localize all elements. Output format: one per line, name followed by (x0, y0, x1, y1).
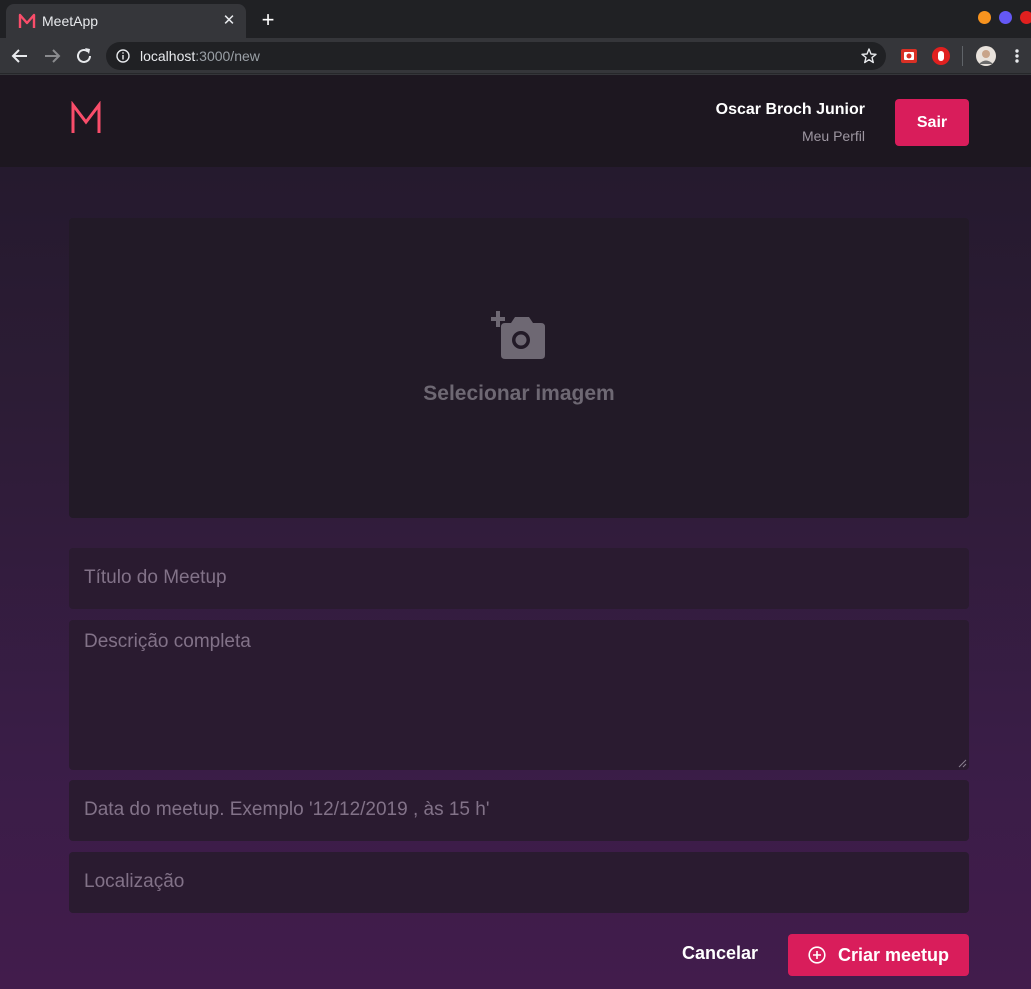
meetapp-logo-icon[interactable] (70, 101, 102, 135)
browser-menu-icon[interactable] (1008, 46, 1026, 66)
address-bar[interactable]: localhost:3000/new (106, 42, 886, 70)
create-meetup-button[interactable]: Criar meetup (788, 934, 969, 976)
adblock-icon[interactable] (931, 46, 951, 66)
resize-handle-icon[interactable] (958, 759, 967, 768)
add-circle-icon (808, 946, 826, 964)
location-placeholder: Localização (84, 871, 185, 892)
create-meetup-label: Criar meetup (838, 945, 950, 965)
bookmark-star-icon[interactable] (860, 47, 878, 65)
extension-icon[interactable] (899, 46, 919, 66)
app-viewport: Oscar Broch Junior Meu Perfil Sair Selec… (0, 75, 1031, 989)
toolbar-divider (962, 46, 963, 66)
forward-arrow-icon[interactable] (41, 45, 63, 67)
cancel-button[interactable]: Cancelar (682, 943, 758, 964)
tab-close-icon[interactable]: ✕ (220, 12, 238, 30)
user-name: Oscar Broch Junior (715, 101, 865, 118)
window-maximize-button[interactable] (999, 11, 1012, 24)
logout-button[interactable]: Sair (895, 99, 969, 146)
meetup-date-input[interactable]: Data do meetup. Exemplo '12/12/2019 , às… (69, 780, 969, 841)
date-placeholder: Data do meetup. Exemplo '12/12/2019 , às… (84, 799, 490, 820)
browser-tabbar: MeetApp ✕ + (0, 0, 1031, 38)
back-arrow-icon[interactable] (9, 45, 31, 67)
image-upload-dropzone[interactable] (69, 218, 969, 518)
meetup-description-textarea[interactable]: Descrição completa (69, 620, 969, 770)
select-image-label: Selecionar imagem (423, 382, 615, 405)
title-placeholder: Título do Meetup (84, 567, 227, 588)
browser-tab[interactable]: MeetApp ✕ (6, 4, 246, 38)
meetup-title-input[interactable]: Título do Meetup (69, 548, 969, 609)
window-close-button[interactable] (1020, 11, 1031, 24)
new-tab-icon[interactable]: + (258, 9, 278, 31)
reload-icon[interactable] (73, 45, 95, 67)
app-header: Oscar Broch Junior Meu Perfil Sair (0, 75, 1031, 167)
meetapp-favicon-icon (18, 13, 36, 28)
description-placeholder: Descrição completa (84, 631, 251, 652)
profile-link[interactable]: Meu Perfil (802, 128, 865, 144)
add-photo-icon (491, 311, 545, 359)
url-text: localhost:3000/new (140, 48, 260, 64)
tab-title: MeetApp (42, 13, 99, 29)
profile-avatar-icon[interactable] (976, 46, 996, 66)
window-minimize-button[interactable] (978, 11, 991, 24)
meetup-location-input[interactable]: Localização (69, 852, 969, 913)
site-info-icon[interactable] (116, 49, 130, 63)
